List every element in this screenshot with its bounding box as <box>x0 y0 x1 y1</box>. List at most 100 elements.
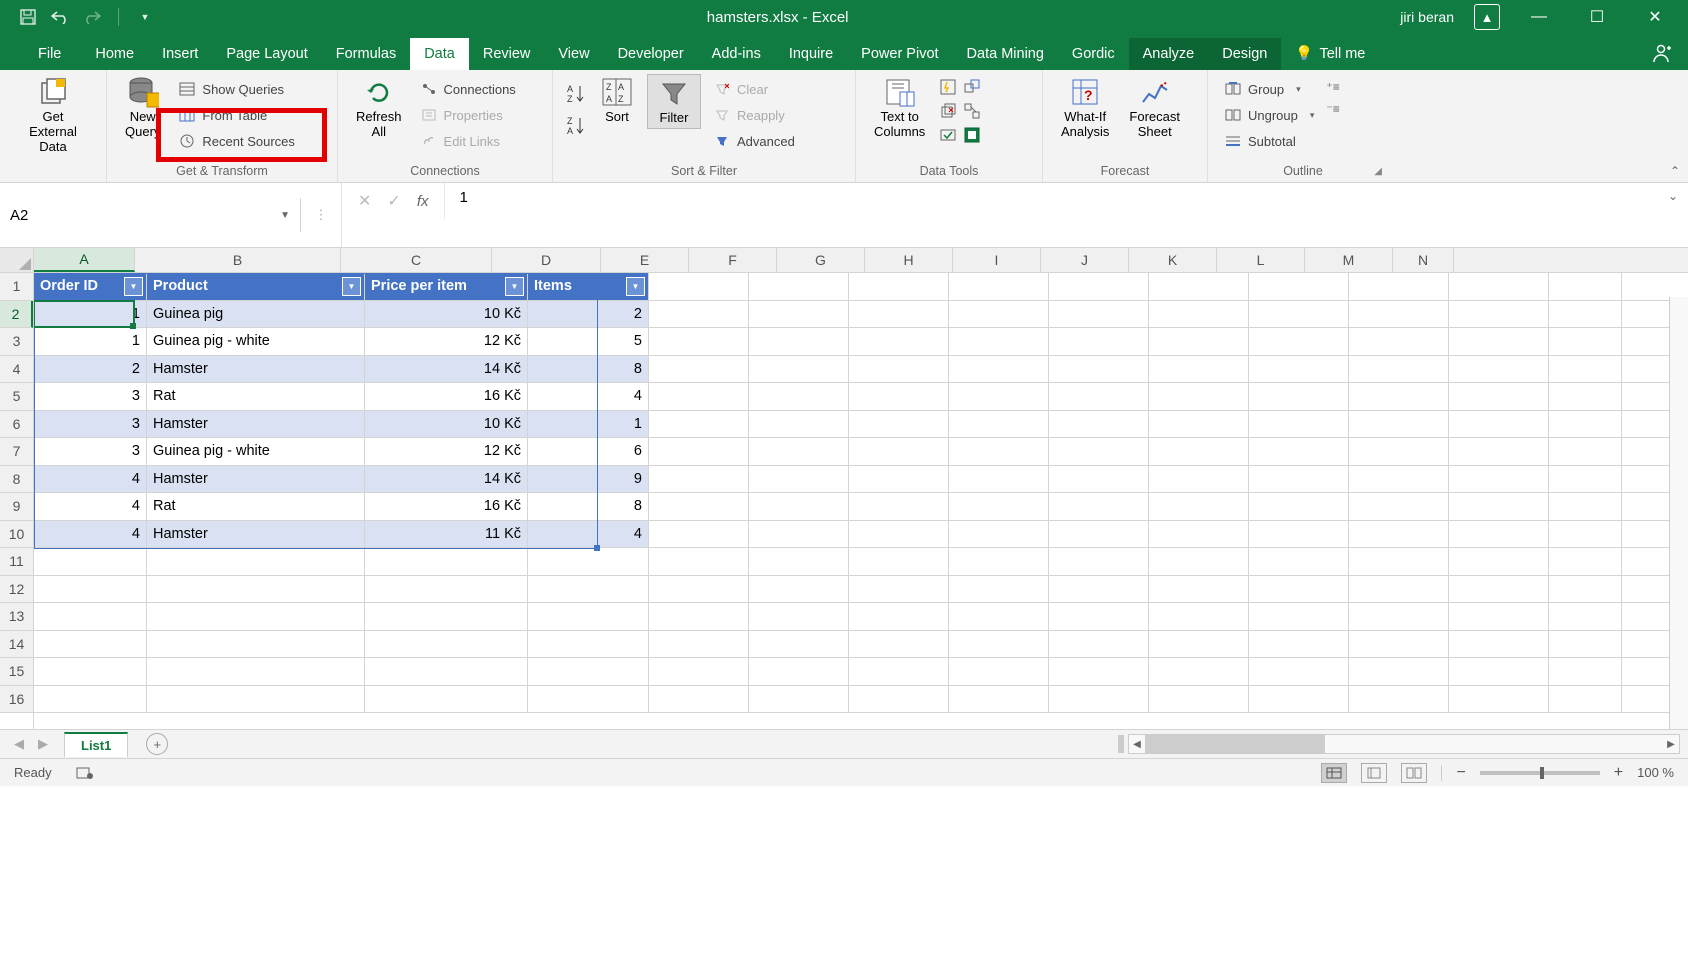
cell[interactable] <box>1149 273 1249 300</box>
vertical-scrollbar[interactable] <box>1669 297 1688 729</box>
cell[interactable]: 1 <box>34 301 147 328</box>
fx-icon[interactable]: fx <box>417 193 429 210</box>
display-options-icon[interactable]: ▲ <box>1474 4 1500 30</box>
cell[interactable] <box>1149 438 1249 465</box>
cell[interactable]: Rat <box>147 383 365 410</box>
cell[interactable] <box>1549 548 1622 575</box>
cell[interactable] <box>1349 521 1449 548</box>
cell[interactable] <box>749 328 849 355</box>
cell[interactable] <box>1449 301 1549 328</box>
cell[interactable] <box>749 301 849 328</box>
cell[interactable]: 4 <box>34 493 147 520</box>
cell[interactable] <box>365 576 528 603</box>
cell[interactable] <box>1549 466 1622 493</box>
cell[interactable] <box>1149 493 1249 520</box>
cell[interactable]: 14 Kč <box>365 356 528 383</box>
cell[interactable] <box>649 548 749 575</box>
cell[interactable] <box>1249 438 1349 465</box>
cell[interactable] <box>1549 493 1622 520</box>
cell[interactable]: Guinea pig <box>147 301 365 328</box>
forecast-sheet-button[interactable]: Forecast Sheet <box>1123 74 1186 142</box>
cell[interactable] <box>649 301 749 328</box>
cell[interactable] <box>849 631 949 658</box>
qat-customize-icon[interactable]: ▼ <box>135 7 155 27</box>
tab-home[interactable]: Home <box>81 38 148 70</box>
column-header[interactable]: H <box>865 248 953 272</box>
name-box-dropdown-icon[interactable]: ▼ <box>280 210 290 221</box>
formula-bar-grip[interactable]: ⋮ <box>301 183 342 247</box>
table-header-cell[interactable]: Items▼ <box>528 273 649 300</box>
sort-az-icon[interactable]: AZ <box>565 82 587 104</box>
cell[interactable] <box>528 631 649 658</box>
cell[interactable] <box>749 548 849 575</box>
row-header[interactable]: 5 <box>0 383 33 411</box>
tell-me[interactable]: 💡Tell me <box>1281 37 1379 70</box>
cell[interactable] <box>1349 273 1449 300</box>
row-header[interactable]: 2 <box>0 301 33 329</box>
cell[interactable]: 5 <box>528 328 649 355</box>
cell[interactable] <box>528 548 649 575</box>
cell[interactable] <box>649 576 749 603</box>
select-all-cell[interactable] <box>0 248 34 272</box>
cell[interactable] <box>1249 576 1349 603</box>
cell[interactable] <box>1449 466 1549 493</box>
cell[interactable] <box>1049 411 1149 438</box>
cell[interactable] <box>1349 548 1449 575</box>
cell[interactable] <box>849 328 949 355</box>
cell[interactable] <box>649 356 749 383</box>
save-icon[interactable] <box>18 7 38 27</box>
clear-button[interactable]: Clear <box>709 78 772 100</box>
cell[interactable] <box>1449 438 1549 465</box>
cell[interactable] <box>1149 686 1249 713</box>
cell[interactable] <box>749 273 849 300</box>
cell[interactable]: 8 <box>528 356 649 383</box>
edit-links-button[interactable]: Edit Links <box>416 130 504 152</box>
cell[interactable] <box>1249 493 1349 520</box>
manage-data-model-icon[interactable] <box>963 126 981 144</box>
cell[interactable] <box>1149 603 1249 630</box>
hide-detail-icon[interactable]: ⁻≡ <box>1326 102 1339 116</box>
cell[interactable] <box>1249 466 1349 493</box>
cell[interactable] <box>1149 383 1249 410</box>
cell[interactable] <box>849 576 949 603</box>
cell[interactable] <box>949 576 1049 603</box>
what-if-button[interactable]: ? What-If Analysis <box>1055 74 1115 142</box>
macro-record-icon[interactable] <box>76 766 94 780</box>
cell[interactable] <box>949 686 1049 713</box>
page-break-view-button[interactable] <box>1401 763 1427 783</box>
cell[interactable] <box>34 631 147 658</box>
cell[interactable] <box>949 493 1049 520</box>
show-queries-button[interactable]: Show Queries <box>174 78 288 100</box>
row-header[interactable]: 14 <box>0 631 33 659</box>
formula-input[interactable]: 1 <box>445 183 1657 212</box>
get-external-data-button[interactable]: Get External Data <box>12 74 94 157</box>
column-header[interactable]: J <box>1041 248 1129 272</box>
filter-dropdown-icon[interactable]: ▼ <box>124 277 143 296</box>
cell[interactable]: 4 <box>34 466 147 493</box>
row-header[interactable]: 8 <box>0 466 33 494</box>
row-header[interactable]: 1 <box>0 273 33 301</box>
cell[interactable] <box>949 356 1049 383</box>
cell[interactable] <box>528 576 649 603</box>
cell[interactable] <box>1049 273 1149 300</box>
reapply-button[interactable]: Reapply <box>709 104 789 126</box>
cell[interactable] <box>649 383 749 410</box>
from-table-button[interactable]: From Table <box>174 104 271 126</box>
cell[interactable] <box>1049 466 1149 493</box>
share-button[interactable] <box>1634 36 1688 70</box>
cell[interactable] <box>1049 603 1149 630</box>
cell[interactable]: 10 Kč <box>365 301 528 328</box>
row-header[interactable]: 12 <box>0 576 33 604</box>
cell[interactable] <box>1549 576 1622 603</box>
cell[interactable] <box>949 438 1049 465</box>
cell[interactable] <box>1049 548 1149 575</box>
cell[interactable] <box>849 493 949 520</box>
cell[interactable] <box>1349 576 1449 603</box>
subtotal-button[interactable]: Subtotal <box>1220 130 1300 152</box>
cell[interactable] <box>365 686 528 713</box>
cell[interactable] <box>1149 576 1249 603</box>
cell[interactable] <box>1249 658 1349 685</box>
cell[interactable] <box>949 631 1049 658</box>
cell[interactable] <box>1249 686 1349 713</box>
cell[interactable] <box>1349 328 1449 355</box>
